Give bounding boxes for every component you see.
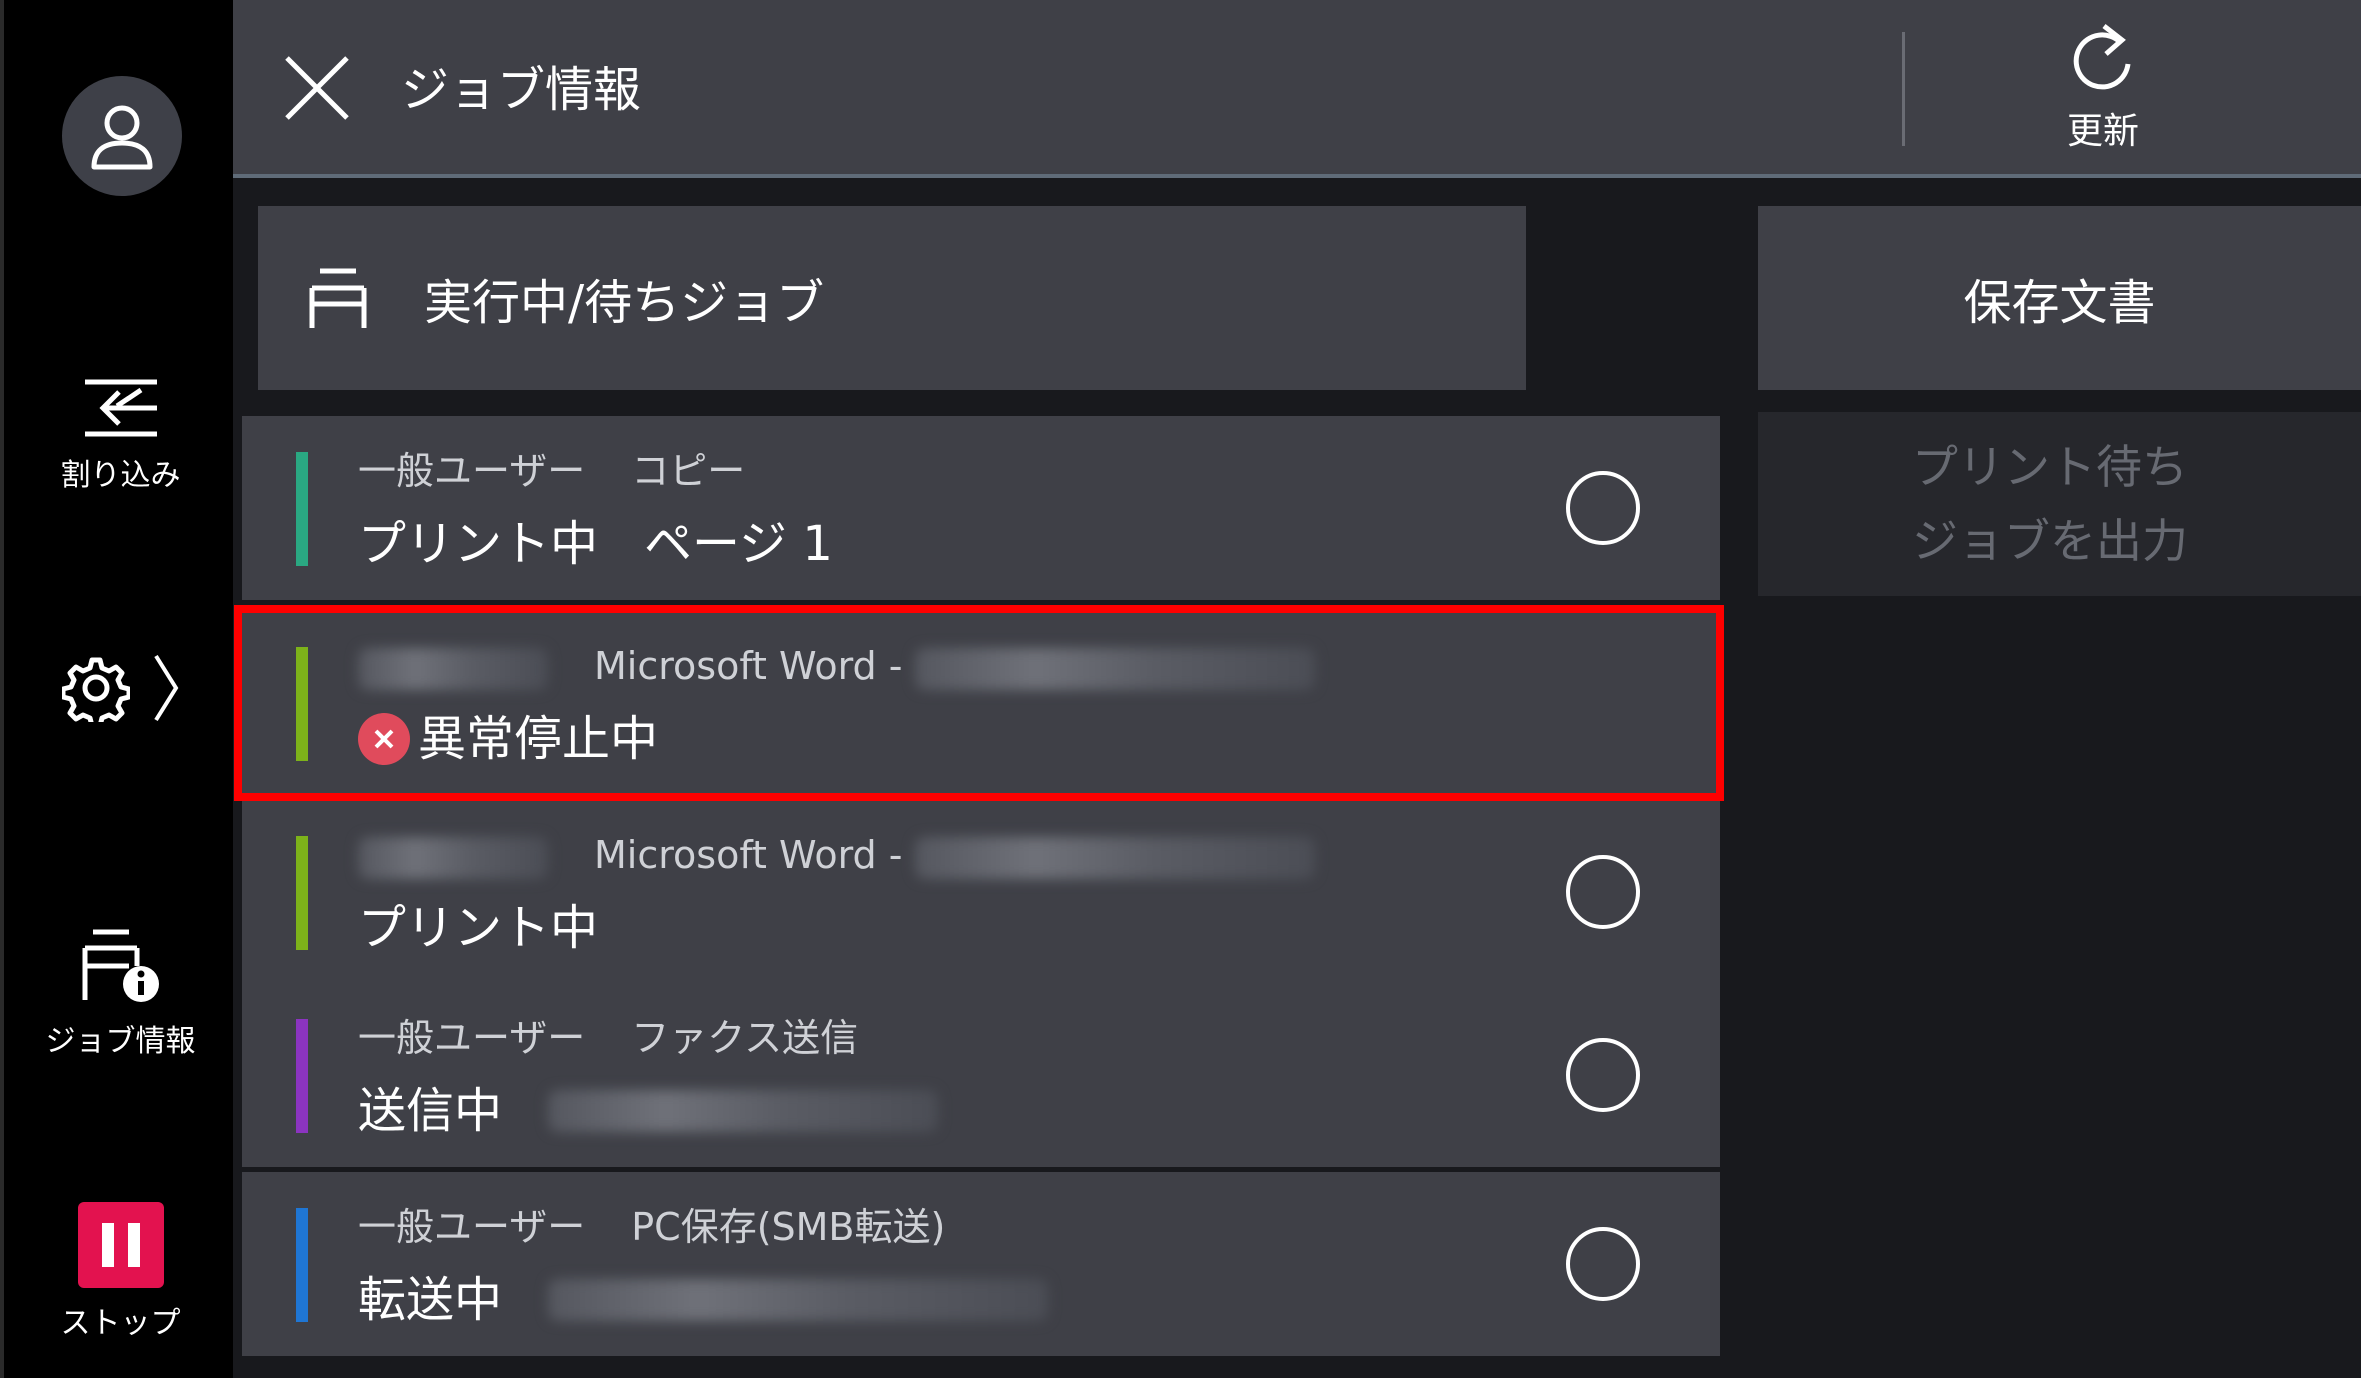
refresh-button[interactable]: 更新 bbox=[2043, 20, 2163, 160]
job-status: プリント中 bbox=[358, 900, 599, 956]
job-info-button[interactable]: ジョブ情報 bbox=[4, 926, 237, 1060]
tab-active-jobs[interactable]: 実行中/待ちジョブ bbox=[258, 206, 1526, 390]
header-divider bbox=[1902, 32, 1905, 146]
print-waiting-label: プリント待ち ジョブを出力 bbox=[1912, 440, 2188, 568]
job-color-bar bbox=[296, 836, 308, 950]
job-row[interactable]: 一般ユーザー ファクス送信 送信中 bbox=[242, 983, 1720, 1167]
job-row[interactable]: 一般ユーザー PC保存(SMB転送) 転送中 bbox=[242, 1172, 1720, 1356]
refresh-icon bbox=[2073, 24, 2131, 90]
chevron-right-icon bbox=[153, 654, 178, 722]
interrupt-icon bbox=[84, 379, 157, 437]
interrupt-button[interactable]: 割り込み bbox=[4, 376, 237, 494]
tab-active-jobs-label: 実行中/待ちジョブ bbox=[424, 275, 825, 331]
job-type: PC保存(SMB転送) bbox=[631, 1205, 946, 1249]
job-type: ファクス送信 bbox=[631, 1016, 859, 1060]
job-owner: 一般ユーザー bbox=[358, 449, 586, 493]
job-status: 異常停止中 bbox=[418, 711, 659, 767]
user-avatar[interactable] bbox=[62, 76, 182, 196]
job-owner-type: Microsoft Word - bbox=[358, 830, 1315, 880]
job-status-line: 異常停止中 bbox=[358, 709, 658, 769]
job-type: Microsoft Word - bbox=[594, 833, 903, 877]
job-info-label: ジョブ情報 bbox=[45, 1024, 196, 1059]
gear-icon bbox=[61, 657, 130, 722]
job-status-line: プリント中 bbox=[358, 898, 598, 958]
job-type: Microsoft Word - bbox=[594, 644, 903, 688]
job-status-line: プリント中 ページ 1 bbox=[358, 514, 833, 574]
redacted-destination bbox=[548, 1090, 939, 1132]
job-owner-type: 一般ユーザー PC保存(SMB転送) bbox=[358, 1202, 945, 1252]
job-row[interactable]: Microsoft Word - 異常停止中 bbox=[242, 611, 1720, 795]
stop-label: ストップ bbox=[60, 1306, 181, 1341]
job-color-bar bbox=[296, 647, 308, 761]
stop-button[interactable]: ストップ bbox=[4, 1202, 237, 1342]
tab-saved-documents[interactable]: 保存文書 bbox=[1758, 206, 2361, 390]
redacted-document-name bbox=[914, 647, 1315, 690]
job-select-radio[interactable] bbox=[1566, 1227, 1640, 1301]
print-waiting-button[interactable]: プリント待ち ジョブを出力 bbox=[1758, 412, 2361, 596]
user-icon bbox=[91, 105, 153, 170]
job-select-radio[interactable] bbox=[1566, 855, 1640, 929]
header-bar: ジョブ情報 更新 bbox=[233, 0, 2361, 178]
job-owner: 一般ユーザー bbox=[358, 1016, 586, 1060]
error-icon bbox=[358, 713, 410, 765]
interrupt-label: 割り込み bbox=[60, 458, 181, 493]
tab-saved-documents-label: 保存文書 bbox=[1963, 275, 2156, 331]
left-sidebar: 割り込み ジョブ情報 ストップ bbox=[0, 0, 233, 1378]
settings-button[interactable] bbox=[4, 652, 237, 724]
job-select-radio[interactable] bbox=[1566, 1038, 1640, 1112]
pause-icon bbox=[77, 1202, 164, 1288]
page-title: ジョブ情報 bbox=[401, 62, 642, 118]
job-row[interactable]: 一般ユーザー コピー プリント中 ページ 1 bbox=[242, 416, 1720, 600]
job-select-radio[interactable] bbox=[1566, 471, 1640, 545]
job-color-bar bbox=[296, 452, 308, 566]
redacted-owner bbox=[358, 836, 548, 879]
redacted-owner bbox=[358, 647, 548, 690]
job-status: プリント中 bbox=[358, 516, 599, 572]
job-owner-type: Microsoft Word - bbox=[358, 641, 1315, 691]
job-detail: ページ 1 bbox=[644, 516, 833, 572]
job-row[interactable]: Microsoft Word - プリント中 bbox=[242, 800, 1720, 984]
job-status-line: 転送中 bbox=[358, 1270, 1049, 1330]
job-status: 転送中 bbox=[358, 1272, 503, 1328]
job-status-line: 送信中 bbox=[358, 1081, 939, 1141]
redacted-destination bbox=[548, 1279, 1049, 1321]
job-color-bar bbox=[296, 1019, 308, 1133]
job-color-bar bbox=[296, 1208, 308, 1322]
job-owner-type: 一般ユーザー ファクス送信 bbox=[358, 1013, 858, 1063]
job-owner: 一般ユーザー bbox=[358, 1205, 586, 1249]
job-type: コピー bbox=[631, 449, 746, 493]
job-info-icon bbox=[82, 929, 159, 1002]
close-icon[interactable] bbox=[281, 52, 353, 124]
redacted-document-name bbox=[914, 836, 1315, 879]
refresh-label: 更新 bbox=[2066, 111, 2139, 152]
job-status: 送信中 bbox=[358, 1083, 503, 1139]
job-owner-type: 一般ユーザー コピー bbox=[358, 446, 745, 496]
job-queue-icon bbox=[309, 268, 367, 328]
